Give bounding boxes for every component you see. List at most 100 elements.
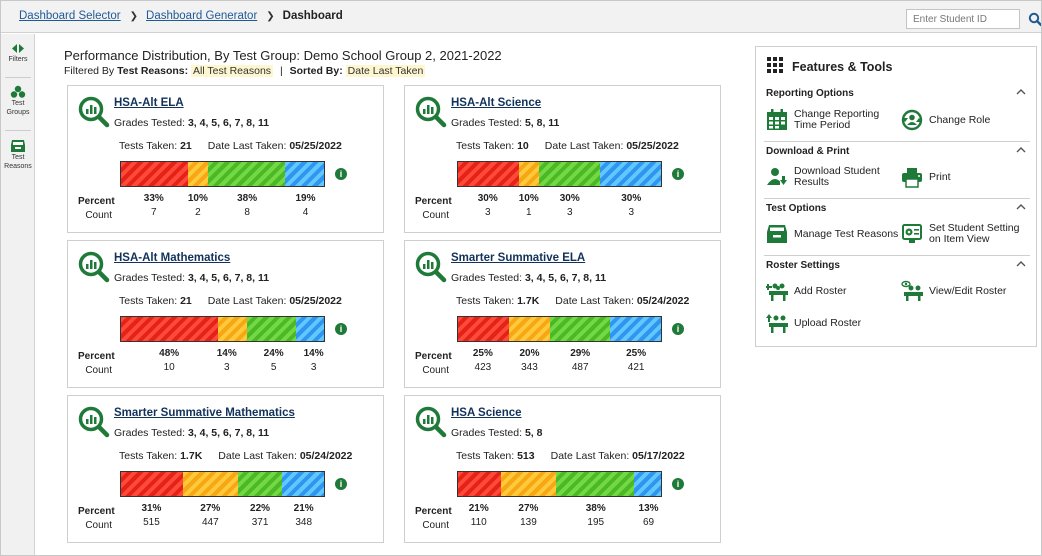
features-tools-panel: Features & Tools Reporting Options Chang… (755, 46, 1037, 347)
download-student-results-button[interactable]: Download Student Results (766, 164, 896, 190)
change-role-button[interactable]: Change Role (901, 107, 1021, 133)
performance-level-segment[interactable] (285, 162, 324, 186)
section-title: Reporting Options (766, 88, 854, 99)
sidebar-item-test-groups[interactable]: Test Groups (1, 85, 35, 117)
breadcrumb-dashboard-selector[interactable]: Dashboard Selector (19, 10, 121, 22)
date-last-value: 05/25/2022 (289, 140, 342, 152)
magnify-chart-icon (78, 406, 110, 438)
sidebar-divider (5, 77, 31, 78)
performance-level-segment[interactable] (187, 162, 209, 186)
performance-level-segment[interactable] (281, 472, 324, 496)
performance-level-segment[interactable] (121, 162, 188, 186)
performance-level-segment[interactable] (518, 162, 540, 186)
percent-value: 24% (263, 348, 284, 359)
info-icon[interactable]: i (335, 323, 347, 335)
section-title: Download & Print (766, 146, 850, 157)
tests-taken-value: 21 (180, 295, 192, 307)
settings-monitor-icon (902, 224, 922, 243)
sidebar-item-test-reasons[interactable]: Test Reasons (1, 138, 35, 171)
date-last-label: Date Last Taken: (207, 295, 287, 307)
date-last-label: Date Last Taken: (555, 295, 634, 307)
performance-level-segment[interactable] (600, 162, 661, 186)
percent-label: Percent (78, 506, 115, 517)
count-value: 3 (223, 362, 230, 373)
info-icon[interactable]: i (335, 478, 347, 490)
performance-level-segment[interactable] (295, 317, 324, 341)
count-value: 10 (163, 362, 175, 373)
performance-level-segment[interactable] (539, 162, 601, 186)
test-group-name-link[interactable]: HSA-Alt Mathematics (114, 252, 230, 264)
performance-level-segment[interactable] (550, 317, 610, 341)
test-group-name-link[interactable]: HSA Science (451, 407, 522, 419)
info-icon[interactable]: i (672, 478, 684, 490)
percent-value: 13% (638, 503, 659, 514)
percent-label: Percent (78, 196, 115, 207)
performance-level-segment[interactable] (183, 472, 238, 496)
sidebar-divider (5, 130, 31, 131)
tests-info: Tests Taken: 21 Date Last Taken: 05/25/20… (119, 140, 342, 152)
grades-label: Grades Tested: (114, 427, 186, 439)
test-group-name-link[interactable]: HSA-Alt Science (451, 97, 541, 109)
set-student-setting-button[interactable]: Set Student Setting on Item View (901, 221, 1026, 247)
magnify-chart-icon (415, 406, 447, 438)
grades-value: 3, 4, 5, 6, 7, 8, 11 (524, 272, 607, 284)
student-id-search-input[interactable] (906, 9, 1020, 29)
date-last-value: 05/17/2022 (632, 450, 685, 462)
grades-label: Grades Tested: (451, 272, 523, 284)
performance-level-segment[interactable] (509, 317, 551, 341)
filter-prefix: Filtered By (64, 65, 115, 77)
performance-level-segment[interactable] (634, 472, 661, 496)
print-button[interactable]: Print (901, 164, 1021, 190)
grid-icon (767, 57, 783, 73)
percent-value: 31% (141, 503, 162, 514)
section-header[interactable]: Reporting Options (764, 84, 1030, 102)
count-label: Count (85, 520, 112, 531)
performance-level-segment[interactable] (556, 472, 635, 496)
percent-value: 38% (237, 193, 258, 204)
performance-level-segment[interactable] (218, 317, 247, 341)
sidebar-item-filters[interactable]: Filters (1, 42, 35, 64)
test-group-card: HSA Science Grades Tested: 5, 8 Tests Take… (404, 395, 721, 543)
info-icon[interactable]: i (672, 168, 684, 180)
performance-level-segment[interactable] (208, 162, 286, 186)
section-header[interactable]: Test Options (764, 198, 1030, 216)
add-roster-button[interactable]: Add Roster (766, 278, 886, 304)
performance-level-segment[interactable] (458, 472, 502, 496)
performance-level-segment[interactable] (458, 317, 510, 341)
count-value: 5 (270, 362, 277, 373)
performance-level-segment[interactable] (246, 317, 296, 341)
grades-tested: Grades Tested: 3, 4, 5, 6, 7, 8, 11 (114, 272, 269, 284)
chevron-up-icon (1016, 261, 1026, 267)
performance-level-segment[interactable] (237, 472, 282, 496)
breadcrumb-dashboard-generator[interactable]: Dashboard Generator (146, 10, 257, 22)
grades-tested: Grades Tested: 3, 4, 5, 6, 7, 8, 11 (451, 272, 606, 284)
search-button[interactable] (1027, 9, 1041, 29)
manage-test-reasons-button[interactable]: Manage Test Reasons (766, 221, 898, 247)
percent-value: 19% (295, 193, 316, 204)
grades-label: Grades Tested: (451, 117, 523, 129)
test-group-name-link[interactable]: Smarter Summative ELA (451, 252, 585, 264)
performance-level-segment[interactable] (609, 317, 661, 341)
upload-roster-button[interactable]: Upload Roster (766, 310, 886, 336)
percent-label: Percent (415, 351, 452, 362)
performance-level-segment[interactable] (121, 317, 219, 341)
performance-level-segment[interactable] (121, 472, 184, 496)
test-group-name-link[interactable]: Smarter Summative Mathematics (114, 407, 295, 419)
count-value: 139 (520, 517, 537, 528)
info-icon[interactable]: i (672, 323, 684, 335)
count-value: 487 (571, 362, 589, 373)
test-groups-icon (10, 85, 26, 98)
info-icon[interactable]: i (335, 168, 347, 180)
performance-distribution-bar (457, 316, 662, 342)
view-roster-icon (901, 280, 923, 301)
test-group-name-link[interactable]: HSA-Alt ELA (114, 97, 184, 109)
count-label: Count (85, 365, 112, 376)
count-label: Count (422, 210, 449, 221)
section-header[interactable]: Roster Settings (764, 255, 1030, 273)
view-edit-roster-button[interactable]: View/Edit Roster (901, 278, 1026, 304)
performance-level-segment[interactable] (458, 162, 519, 186)
section-header[interactable]: Download & Print (764, 141, 1030, 159)
change-reporting-period-button[interactable]: Change Reporting Time Period (766, 107, 896, 133)
performance-distribution-bar (457, 161, 662, 187)
performance-level-segment[interactable] (501, 472, 557, 496)
